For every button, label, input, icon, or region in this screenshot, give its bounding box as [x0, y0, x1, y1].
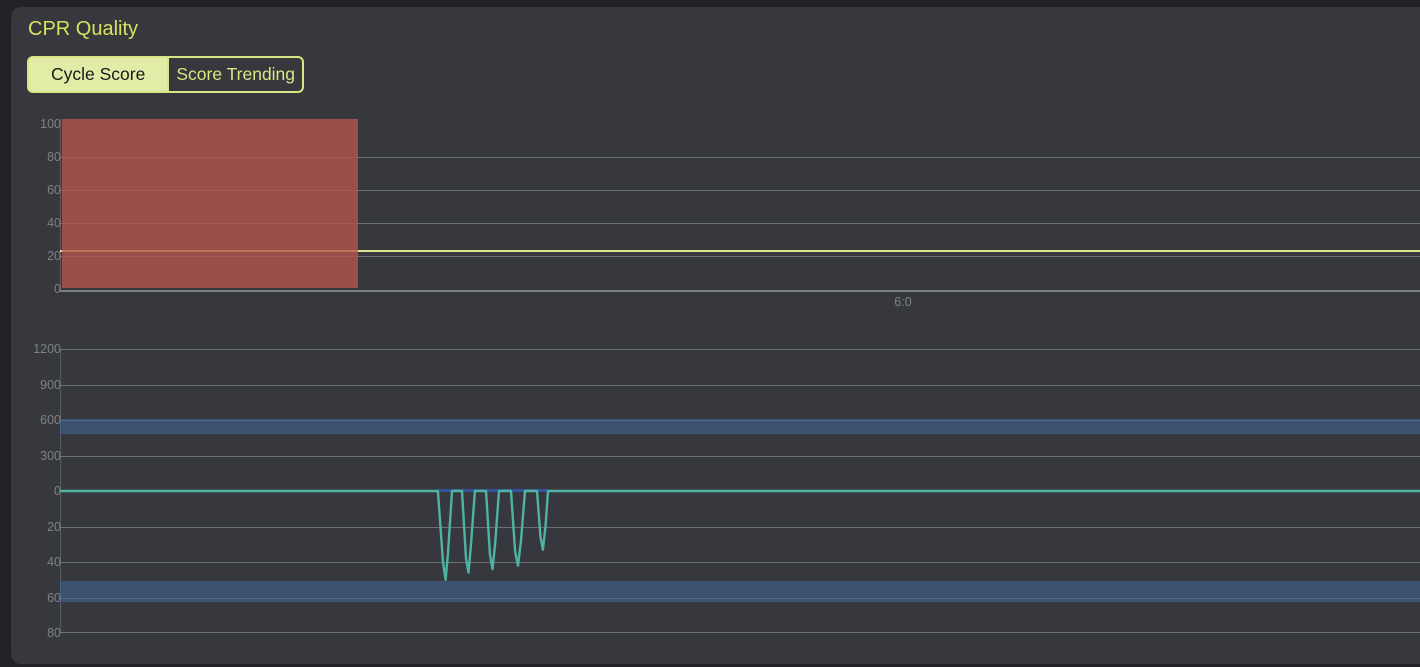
y-tick-label: 40 [11, 215, 61, 231]
bottom-y-axis-labels: 1200 900 600 300 0 20 40 60 80 [11, 349, 52, 633]
y-tick-label: 300 [11, 448, 61, 464]
tab-cycle-score[interactable]: Cycle Score [27, 56, 167, 93]
y-tick-label: 80 [11, 149, 61, 165]
y-tick-label: 0 [11, 483, 61, 499]
y-tick-label: 600 [11, 412, 61, 428]
y-tick-label: 60 [11, 590, 61, 606]
view-tab-group: Cycle Score Score Trending [27, 56, 304, 93]
tab-score-trending[interactable]: Score Trending [167, 56, 304, 93]
top-y-axis-labels: 100 80 60 40 20 0 [11, 119, 52, 291]
y-tick-label: 1200 [11, 341, 61, 357]
y-tick-label: 80 [11, 625, 61, 641]
top-x-axis-line [60, 290, 1420, 292]
y-tick-label: 20 [11, 519, 61, 535]
y-tick-label: 900 [11, 377, 61, 393]
page-background: CPR Quality Cycle Score Score Trending 1… [0, 0, 1420, 667]
panel-title: CPR Quality [28, 18, 138, 41]
y-tick-label: 60 [11, 182, 61, 198]
y-tick-label: 40 [11, 554, 61, 570]
y-tick-label: 0 [11, 281, 61, 297]
cpr-quality-panel: CPR Quality Cycle Score Score Trending 1… [11, 7, 1420, 664]
x-tick-label-time: 6:0 [873, 295, 933, 309]
top-y-axis-line [60, 119, 61, 291]
depth-waveform-line [60, 491, 1420, 580]
cycle-score-plot-area: 100 80 60 40 20 0 6:0 [60, 119, 1420, 291]
score-trending-plot-area: 1200 900 600 300 0 20 40 60 80 [60, 349, 1420, 633]
y-tick-label: 100 [11, 116, 61, 132]
y-tick-label: 20 [11, 248, 61, 264]
depth-waveform [60, 349, 1420, 633]
score-bar [62, 119, 358, 288]
